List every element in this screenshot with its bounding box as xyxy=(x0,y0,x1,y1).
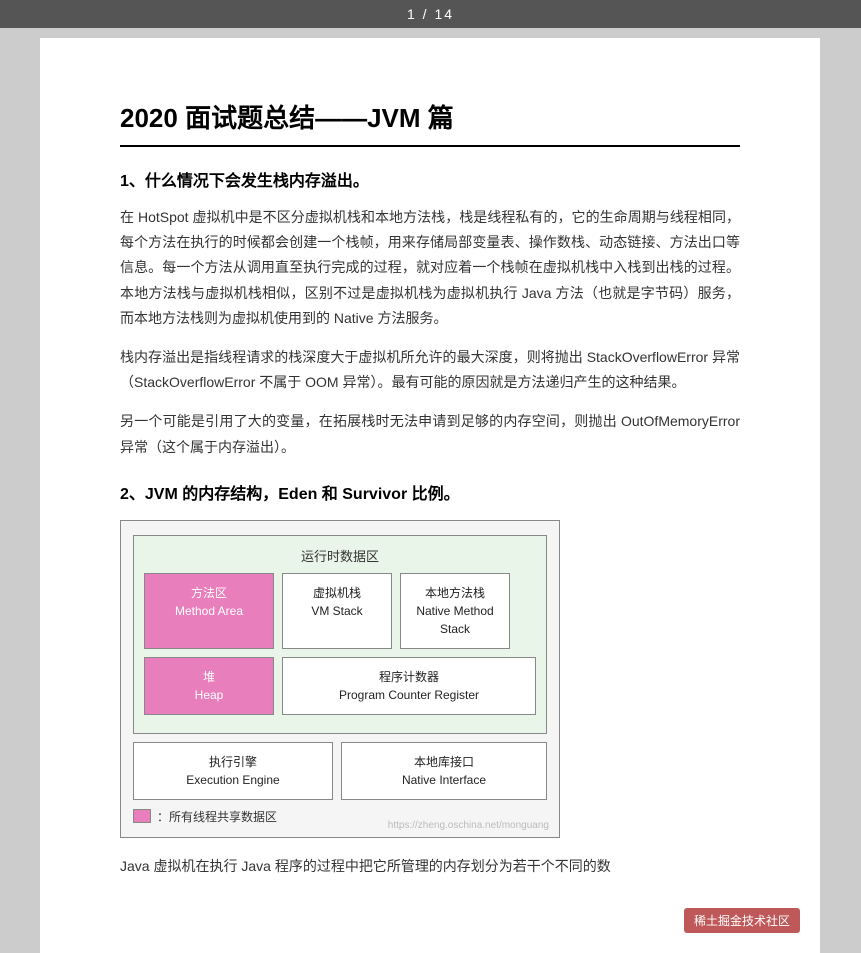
program-counter-en: Program Counter Register xyxy=(289,686,529,704)
diagram-row-1: 方法区 Method Area 虚拟机栈 VM Stack 本地方法栈 Nati… xyxy=(144,573,536,649)
page-indicator-bar: 1 / 14 xyxy=(0,0,861,28)
diagram-watermark: https://zheng.oschina.net/monguang xyxy=(388,820,549,831)
diagram-row-2: 堆 Heap 程序计数器 Program Counter Register xyxy=(144,657,536,715)
program-counter-zh: 程序计数器 xyxy=(289,668,529,686)
vm-stack-en: VM Stack xyxy=(289,602,385,620)
native-interface-zh: 本地库接口 xyxy=(348,753,540,771)
runtime-area-box: 运行时数据区 方法区 Method Area 虚拟机栈 VM Stack 本地方… xyxy=(133,535,547,734)
section1-paragraph-3: 另一个可能是引用了大的变量，在拓展栈时无法申请到足够的内存空间，则抛出 OutO… xyxy=(120,409,740,459)
diagram-row-3: 执行引擎 Execution Engine 本地库接口 Native Inter… xyxy=(133,742,547,800)
method-area-zh: 方法区 xyxy=(151,584,267,602)
native-interface-cell: 本地库接口 Native Interface xyxy=(341,742,547,800)
section2-heading: 2、JVM 的内存结构，Eden 和 Survivor 比例。 xyxy=(120,480,740,504)
native-method-zh: 本地方法栈 xyxy=(407,584,503,602)
section1-paragraph-1: 在 HotSpot 虚拟机中是不区分虚拟机栈和本地方法栈，栈是线程私有的，它的生… xyxy=(120,205,740,331)
execution-engine-en: Execution Engine xyxy=(140,771,326,789)
heap-en: Heap xyxy=(151,686,267,704)
heap-cell: 堆 Heap xyxy=(144,657,274,715)
legend-text: ：所有线程共享数据区 xyxy=(157,808,277,825)
execution-engine-cell: 执行引擎 Execution Engine xyxy=(133,742,333,800)
program-counter-cell: 程序计数器 Program Counter Register xyxy=(282,657,536,715)
native-method-en: Native Method Stack xyxy=(407,602,503,638)
jvm-memory-diagram: 运行时数据区 方法区 Method Area 虚拟机栈 VM Stack 本地方… xyxy=(120,520,560,838)
page-indicator: 1 / 14 xyxy=(407,6,454,22)
legend-color-box xyxy=(133,809,151,823)
method-area-en: Method Area xyxy=(151,602,267,620)
vm-stack-cell: 虚拟机栈 VM Stack xyxy=(282,573,392,649)
native-method-stack-cell: 本地方法栈 Native Method Stack xyxy=(400,573,510,649)
document-page: 2020 面试题总结——JVM 篇 1、什么情况下会发生栈内存溢出。 在 Hot… xyxy=(40,38,820,953)
execution-engine-zh: 执行引擎 xyxy=(140,753,326,771)
section1-paragraph-2: 栈内存溢出是指线程请求的栈深度大于虚拟机所允许的最大深度，则将抛出 StackO… xyxy=(120,345,740,395)
section2-after-paragraph: Java 虚拟机在执行 Java 程序的过程中把它所管理的内存划分为若干个不同的… xyxy=(120,854,740,879)
runtime-area-title: 运行时数据区 xyxy=(144,546,536,565)
document-title: 2020 面试题总结——JVM 篇 xyxy=(120,98,740,147)
native-interface-en: Native Interface xyxy=(348,771,540,789)
vm-stack-zh: 虚拟机栈 xyxy=(289,584,385,602)
heap-zh: 堆 xyxy=(151,668,267,686)
community-watermark: 稀土掘金技术社区 xyxy=(684,908,800,933)
section1-heading: 1、什么情况下会发生栈内存溢出。 xyxy=(120,167,740,191)
method-area-cell: 方法区 Method Area xyxy=(144,573,274,649)
